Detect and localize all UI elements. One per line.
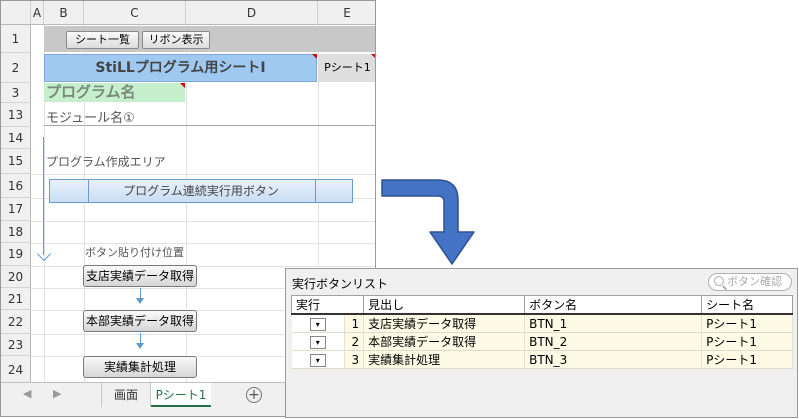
column-header-c[interactable]: C: [84, 1, 186, 25]
column-header-a[interactable]: A: [31, 1, 44, 25]
continuous-run-label: プログラム連続実行用ボタン: [123, 184, 279, 198]
row-header[interactable]: 20: [1, 266, 31, 288]
row-heading: 本部実績データ取得: [363, 332, 526, 351]
row-header[interactable]: 2: [1, 53, 31, 83]
row-header[interactable]: 3: [1, 83, 31, 103]
row-number: 1: [344, 314, 365, 333]
row-header[interactable]: 24: [1, 356, 31, 384]
run-cell[interactable]: ▾: [291, 314, 346, 333]
run-dropdown-icon[interactable]: ▾: [309, 335, 326, 349]
button-divider: [88, 180, 89, 202]
comment-indicator: [312, 54, 317, 59]
run-dropdown-icon[interactable]: ▾: [309, 353, 326, 367]
tab-screen[interactable]: 画面: [101, 383, 151, 407]
run-cell[interactable]: ▾: [291, 350, 346, 369]
row-sheet-name: Pシート1: [701, 332, 793, 351]
table-row[interactable]: ▾ 2 本部実績データ取得 BTN_2 Pシート1: [291, 332, 793, 351]
sheet-title: StiLLプログラム用シートⅠ: [44, 54, 317, 82]
run-cell[interactable]: ▾: [291, 332, 346, 351]
row-button-name: BTN_1: [524, 314, 703, 333]
row-header[interactable]: 13: [1, 103, 31, 127]
curved-arrow-icon: [381, 179, 475, 265]
row-header[interactable]: 1: [1, 25, 31, 53]
grid-line: [31, 174, 375, 175]
divider: [44, 125, 375, 126]
row-number: 3: [344, 350, 365, 369]
column-header-e[interactable]: E: [318, 1, 375, 25]
column-header-d[interactable]: D: [186, 1, 318, 25]
row-header[interactable]: 17: [1, 198, 31, 221]
run-button-list-panel: 実行ボタンリスト ボタン確認 実行 見出し ボタン名 シート名 ▾ 1 支店実績…: [285, 268, 798, 418]
row-header[interactable]: 18: [1, 221, 31, 243]
add-sheet-icon[interactable]: +: [246, 387, 262, 403]
branch-data-button[interactable]: 支店実績データ取得: [83, 265, 197, 287]
row-header[interactable]: 19: [1, 243, 31, 266]
sheet-list-button[interactable]: シート一覧: [66, 31, 139, 49]
row-button-name: BTN_3: [524, 350, 703, 369]
next-sheet-icon[interactable]: ▶: [53, 387, 61, 400]
arrow-down-icon: [136, 298, 144, 304]
row-header[interactable]: 22: [1, 310, 31, 334]
col-header-heading[interactable]: 見出し: [363, 295, 526, 315]
row-header[interactable]: 15: [1, 149, 31, 174]
aggregate-button[interactable]: 実績集計処理: [83, 356, 197, 378]
row-header[interactable]: 16: [1, 174, 31, 198]
row-button-name: BTN_2: [524, 332, 703, 351]
table-row[interactable]: ▾ 3 実績集計処理 BTN_3 Pシート1: [291, 350, 793, 369]
grid-line: [31, 221, 375, 222]
row-header[interactable]: 21: [1, 288, 31, 310]
row-sheet-name: Pシート1: [701, 314, 793, 333]
comment-indicator: [180, 83, 185, 88]
flow-arrow-down-icon: [36, 246, 52, 262]
tab-psheet1[interactable]: Pシート1: [151, 383, 211, 407]
sheet-tag: Pシート1: [318, 54, 375, 82]
select-all-corner[interactable]: [1, 1, 31, 25]
arrow-down-icon: [136, 343, 144, 349]
paste-position-label: ボタン貼り付け位置: [85, 246, 184, 259]
search-icon: [714, 276, 724, 286]
continuous-run-button[interactable]: プログラム連続実行用ボタン: [49, 179, 353, 203]
table-header-row: 実行 見出し ボタン名 シート名: [290, 295, 793, 315]
row-header[interactable]: 14: [1, 127, 31, 149]
program-area-label: プログラム作成エリア: [46, 155, 166, 169]
panel-title: 実行ボタンリスト: [292, 277, 389, 291]
row-heading: 実績集計処理: [363, 350, 526, 369]
ribbon-toggle-button[interactable]: リボン表示: [142, 31, 210, 49]
button-check-search[interactable]: ボタン確認: [708, 273, 792, 291]
hq-data-button[interactable]: 本部実績データ取得: [83, 310, 197, 332]
prev-sheet-icon[interactable]: ◀: [23, 387, 31, 400]
col-header-button-name[interactable]: ボタン名: [524, 295, 703, 315]
row-sheet-name: Pシート1: [701, 350, 793, 369]
col-header-sheet-name[interactable]: シート名: [701, 295, 793, 315]
row-header[interactable]: 23: [1, 334, 31, 356]
comment-indicator: [371, 54, 375, 59]
flow-line: [43, 137, 44, 255]
program-name-cell[interactable]: プログラム名: [44, 83, 185, 102]
module-name-label: モジュール名①: [46, 111, 135, 126]
row-heading: 支店実績データ取得: [363, 314, 526, 333]
search-placeholder: ボタン確認: [727, 275, 782, 288]
grid-line: [31, 243, 375, 244]
run-dropdown-icon[interactable]: ▾: [309, 317, 326, 331]
column-header-b[interactable]: B: [44, 1, 84, 25]
row-number: 2: [344, 332, 365, 351]
button-list-table: 実行 見出し ボタン名 シート名 ▾ 1 支店実績データ取得 BTN_1 Pシー…: [290, 295, 793, 369]
table-row[interactable]: ▾ 1 支店実績データ取得 BTN_1 Pシート1: [291, 314, 793, 333]
button-divider: [315, 180, 316, 202]
col-header-run[interactable]: 実行: [290, 295, 365, 315]
